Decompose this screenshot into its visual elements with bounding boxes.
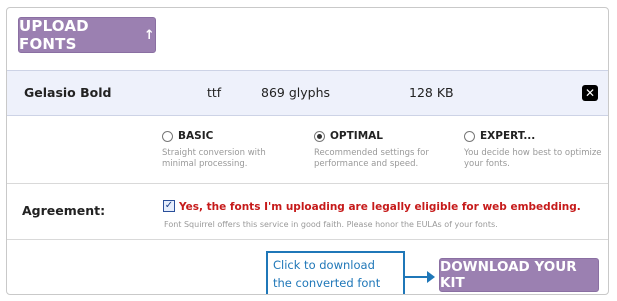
agreement-label: Agreement:: [22, 203, 106, 218]
option-optimal: OPTIMAL Recommended settings for perform…: [314, 130, 464, 170]
radio-expert[interactable]: [464, 130, 475, 142]
footer-row: Click to download the converted font DOW…: [7, 240, 608, 294]
option-expert: EXPERT... You decide how best to optimiz…: [464, 130, 608, 170]
agreement-checkbox[interactable]: ✓: [163, 200, 175, 212]
download-callout: Click to download the converted font: [266, 251, 405, 294]
option-expert-desc-2: your fonts.: [464, 159, 510, 169]
font-file-size: 128 KB: [409, 85, 454, 100]
radio-optimal[interactable]: [314, 130, 325, 142]
option-optimal-desc-1: Recommended settings for: [314, 148, 429, 158]
option-basic-label: BASIC: [178, 130, 214, 142]
agreement-subtext: Font Squirrel offers this service in goo…: [164, 220, 498, 229]
option-expert-desc-1: You decide how best to optimize: [464, 148, 602, 158]
download-kit-button[interactable]: DOWNLOAD YOUR KIT: [439, 258, 599, 292]
callout-line-1: Click to download: [273, 258, 375, 272]
callout-arrow-icon: [405, 271, 435, 283]
font-type: ttf: [207, 85, 222, 100]
font-upload-panel: UPLOAD FONTS ↑ Gelasio Bold ttf 869 glyp…: [6, 7, 609, 295]
option-basic-desc-2: minimal processing.: [162, 159, 248, 169]
agreement-row: Agreement: ✓ Yes, the fonts I'm uploadin…: [7, 184, 608, 240]
agreement-text: Yes, the fonts I'm uploading are legally…: [179, 201, 581, 213]
option-basic-desc-1: Straight conversion with: [162, 148, 266, 158]
upload-fonts-label: UPLOAD FONTS: [19, 17, 89, 53]
radio-basic[interactable]: [162, 130, 173, 142]
conversion-options: BASIC Straight conversion with minimal p…: [7, 116, 608, 184]
upload-fonts-button[interactable]: UPLOAD FONTS ↑: [18, 17, 156, 53]
close-icon[interactable]: ✕: [582, 85, 598, 101]
font-name: Gelasio Bold: [24, 85, 112, 100]
font-file-row: Gelasio Bold ttf 869 glyphs 128 KB ✕: [7, 70, 608, 116]
font-glyph-count: 869 glyphs: [261, 85, 331, 100]
option-basic: BASIC Straight conversion with minimal p…: [162, 130, 312, 170]
arrow-up-icon: ↑: [143, 27, 155, 43]
option-optimal-label: OPTIMAL: [330, 130, 383, 142]
callout-line-2: the converted font: [273, 276, 381, 290]
download-kit-label: DOWNLOAD YOUR KIT: [440, 259, 577, 291]
upload-row: UPLOAD FONTS ↑: [7, 8, 608, 70]
option-expert-label: EXPERT...: [480, 130, 536, 142]
option-optimal-desc-2: performance and speed.: [314, 159, 419, 169]
